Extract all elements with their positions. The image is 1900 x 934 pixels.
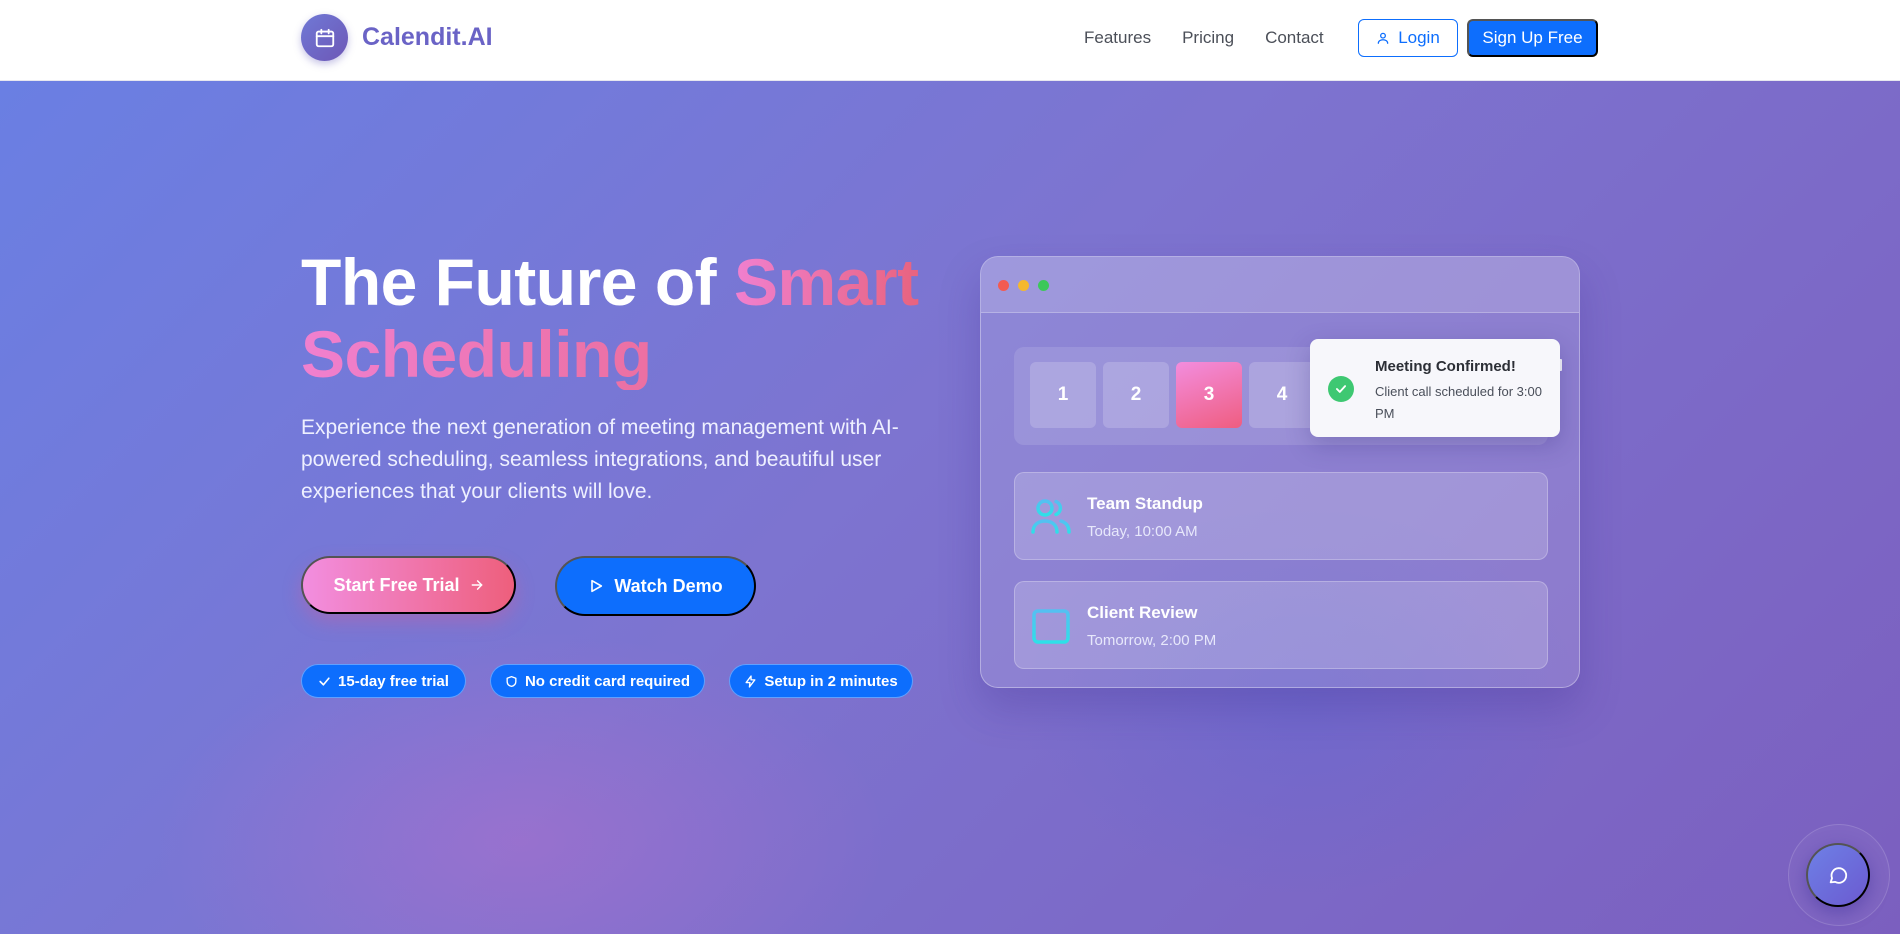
day-4[interactable]: 4	[1249, 362, 1315, 428]
check-circle-icon	[1328, 376, 1354, 402]
badge-no-credit-card-label: No credit card required	[524, 672, 691, 690]
event-card-team-standup[interactable]: Team Standup Today, 10:00 AM	[1014, 472, 1548, 560]
toast-title: Meeting Confirmed!	[1375, 358, 1516, 375]
event-time: Today, 10:00 AM	[1087, 523, 1198, 540]
lightning-icon	[745, 674, 756, 688]
calendar-preview-window: 1 2 3 4 5 6 7 Team Standup Today, 10:00 …	[980, 256, 1580, 688]
badge-free-trial: 15-day free trial	[301, 664, 466, 698]
window-minimize-dot	[1018, 280, 1029, 291]
brand-name: Calendit.AI	[362, 23, 493, 51]
start-free-trial-button[interactable]: Start Free Trial	[301, 556, 516, 614]
nav-link-features[interactable]: Features	[1084, 28, 1151, 48]
event-title: Team Standup	[1087, 494, 1203, 513]
brand[interactable]: Calendit.AI	[301, 14, 493, 61]
signup-button[interactable]: Sign Up Free	[1467, 19, 1598, 57]
meeting-confirmed-toast: Meeting Confirmed! Client call scheduled…	[1310, 339, 1560, 437]
event-card-client-review[interactable]: Client Review Tomorrow, 2:00 PM	[1014, 581, 1548, 669]
play-icon	[591, 579, 603, 593]
headline-prefix: The Future of	[301, 245, 734, 319]
start-free-trial-label: Start Free Trial	[333, 574, 460, 595]
headline-accent-scheduling: Scheduling	[301, 318, 919, 390]
toast-body: Client call scheduled for 3:00 PM	[1375, 384, 1542, 421]
headline-accent-smart: Smart	[733, 245, 919, 319]
nav-link-pricing[interactable]: Pricing	[1182, 28, 1234, 48]
chat-bubble-icon	[1829, 867, 1848, 884]
nav-links: Features Pricing Contact	[1084, 28, 1355, 48]
event-title: Client Review	[1087, 603, 1198, 622]
check-icon	[319, 676, 330, 686]
day-1[interactable]: 1	[1030, 362, 1096, 428]
watch-demo-button[interactable]: Watch Demo	[555, 556, 756, 616]
login-button-label: Login	[1398, 28, 1440, 47]
nav-link-contact[interactable]: Contact	[1265, 28, 1324, 48]
badge-no-credit-card: No credit card required	[490, 664, 705, 698]
badge-free-trial-label: 15-day free trial	[338, 672, 449, 690]
day-2[interactable]: 2	[1103, 362, 1169, 428]
hero-section	[0, 81, 1900, 934]
event-time: Tomorrow, 2:00 PM	[1087, 632, 1217, 649]
hero-headline: The Future of Smart Scheduling	[301, 246, 919, 390]
calendar-icon	[1032, 605, 1070, 644]
badge-setup-time: Setup in 2 minutes	[729, 664, 913, 698]
window-title-bar	[981, 257, 1579, 313]
user-icon	[1377, 32, 1389, 44]
arrow-right-icon	[471, 580, 482, 590]
login-button[interactable]: Login	[1358, 19, 1458, 57]
users-icon	[1031, 499, 1071, 534]
calendar-icon	[301, 14, 348, 61]
day-3[interactable]: 3	[1176, 362, 1242, 428]
navbar: Calendit.AI Features Pricing Contact Log…	[0, 0, 1900, 81]
shield-icon	[506, 675, 517, 687]
chat-button[interactable]	[1806, 843, 1870, 907]
hero-subtext: Experience the next generation of meetin…	[301, 416, 899, 503]
window-close-dot	[998, 280, 1009, 291]
badge-setup-time-label: Setup in 2 minutes	[764, 672, 898, 690]
window-maximize-dot	[1038, 280, 1049, 291]
watch-demo-label: Watch Demo	[614, 575, 723, 596]
